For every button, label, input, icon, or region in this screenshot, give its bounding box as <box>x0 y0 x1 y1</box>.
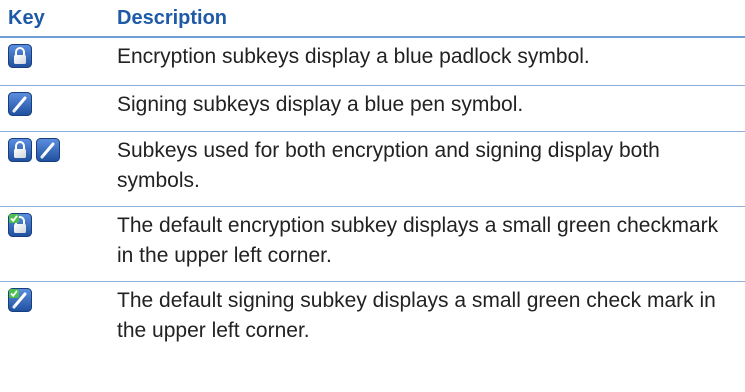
row-description: Subkeys used for both encryption and sig… <box>117 139 660 192</box>
table-row: Signing subkeys display a blue pen symbo… <box>0 86 745 132</box>
table-row: The default encryption subkey displays a… <box>0 207 745 282</box>
blue-padlock-icon <box>8 44 32 68</box>
blue-pen-icon <box>36 138 60 162</box>
description-column-header: Description <box>117 6 228 29</box>
blue-padlock-icon <box>8 138 32 162</box>
table-row: Encryption subkeys display a blue padloc… <box>0 38 745 86</box>
row-description: The default encryption subkey displays a… <box>117 214 719 267</box>
row-description: The default signing subkey displays a sm… <box>117 289 716 342</box>
table-header: Key Description <box>0 0 745 38</box>
pen-green-check-icon <box>8 288 32 312</box>
row-description: Encryption subkeys display a blue padloc… <box>117 45 590 68</box>
table-row: The default signing subkey displays a sm… <box>0 282 745 356</box>
padlock-green-check-icon <box>8 213 32 237</box>
key-column-header: Key <box>8 6 45 29</box>
subkey-icon-legend-table: Key Description Encryption subkeys displ… <box>0 0 745 356</box>
blue-pen-icon <box>8 92 32 116</box>
table-row: Subkeys used for both encryption and sig… <box>0 132 745 207</box>
row-description: Signing subkeys display a blue pen symbo… <box>117 93 524 116</box>
